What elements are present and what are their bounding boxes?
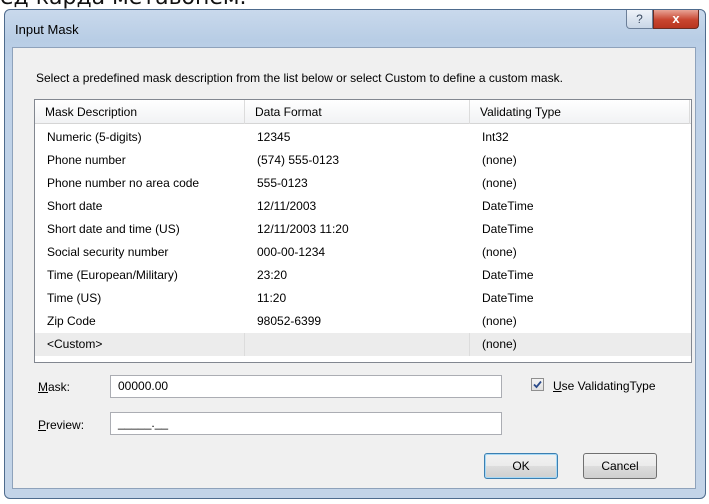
list-item[interactable]: Phone number (574) 555-0123 (none) [35, 149, 691, 172]
mask-description-cell: Zip Code [47, 314, 96, 328]
ok-button[interactable]: OK [484, 453, 558, 479]
validating-type-cell: DateTime [482, 199, 534, 213]
use-validating-type-label[interactable]: Use ValidatingType [553, 379, 656, 393]
validating-type-cell: (none) [482, 314, 517, 328]
data-format-cell: 12345 [257, 130, 291, 144]
use-validating-type-checkbox[interactable] [531, 378, 544, 391]
list-item[interactable]: Short date 12/11/2003 DateTime [35, 195, 691, 218]
list-item[interactable]: <Custom> (none) [35, 333, 691, 356]
close-icon: x [672, 11, 680, 26]
mask-description-cell: Short date and time (US) [47, 222, 180, 236]
column-header-data-format[interactable]: Data Format [245, 100, 470, 124]
validating-type-cell: Int32 [482, 130, 509, 144]
mask-description-cell: Numeric (5-digits) [47, 130, 142, 144]
mask-description-cell: Time (US) [47, 291, 102, 305]
mask-description-cell: Phone number [47, 153, 126, 167]
data-format-cell: 12/11/2003 [257, 199, 317, 213]
list-item[interactable]: Short date and time (US) 12/11/2003 11:20… [35, 218, 691, 241]
validating-type-cell: DateTime [482, 291, 534, 305]
validating-type-cell: (none) [482, 176, 517, 190]
validating-type-cell: (none) [482, 153, 517, 167]
list-item[interactable]: Social security number 000-00-1234 (none) [35, 241, 691, 264]
list-item[interactable]: Numeric (5-digits) 12345 Int32 [35, 126, 691, 149]
list-item[interactable]: Zip Code 98052-6399 (none) [35, 310, 691, 333]
list-item[interactable]: Time (US) 11:20 DateTime [35, 287, 691, 310]
help-button[interactable]: ? [626, 10, 653, 29]
mask-description-cell: Short date [47, 199, 103, 213]
mask-description-cell: <Custom> [35, 333, 245, 356]
data-format-cell: 000-00-1234 [257, 245, 326, 259]
data-format-cell: 555-0123 [257, 176, 308, 190]
mask-input[interactable]: 00000.00 [110, 375, 502, 398]
title-bar[interactable]: Input Mask ? x [5, 10, 705, 48]
data-format-cell: 12/11/2003 11:20 [257, 222, 349, 236]
mask-list[interactable]: Mask Description Data Format Validating … [34, 99, 692, 363]
mask-description-cell: Phone number no area code [47, 176, 200, 190]
help-icon: ? [636, 12, 643, 26]
list-item[interactable]: Phone number no area code 555-0123 (none) [35, 172, 691, 195]
mask-label: Mask: [38, 380, 71, 394]
preview-field: _____.__ [110, 412, 502, 435]
mask-description-cell: Social security number [47, 245, 169, 259]
validating-type-cell: DateTime [482, 268, 534, 282]
validating-type-cell: (none) [482, 337, 517, 351]
mask-description-cell: Time (European/Military) [47, 268, 178, 282]
preview-label: Preview: [38, 418, 85, 432]
checkmark-icon [533, 380, 542, 389]
column-header-mask-description[interactable]: Mask Description [35, 100, 245, 124]
dialog-title: Input Mask [15, 22, 79, 37]
validating-type-cell: DateTime [482, 222, 534, 236]
data-format-cell: 23:20 [257, 268, 288, 282]
close-button[interactable]: x [653, 10, 699, 29]
data-format-cell: 98052-6399 [257, 314, 322, 328]
data-format-cell: 11:20 [257, 291, 287, 305]
list-item[interactable]: Time (European/Military) 23:20 DateTime [35, 264, 691, 287]
list-header: Mask Description Data Format Validating … [35, 100, 691, 124]
cancel-button[interactable]: Cancel [583, 453, 657, 479]
data-format-cell [245, 333, 470, 356]
instructions-text: Select a predefined mask description fro… [36, 71, 563, 85]
validating-type-cell: (none) [482, 245, 517, 259]
data-format-cell: (574) 555-0123 [257, 153, 340, 167]
column-header-validating-type[interactable]: Validating Type [470, 100, 690, 124]
